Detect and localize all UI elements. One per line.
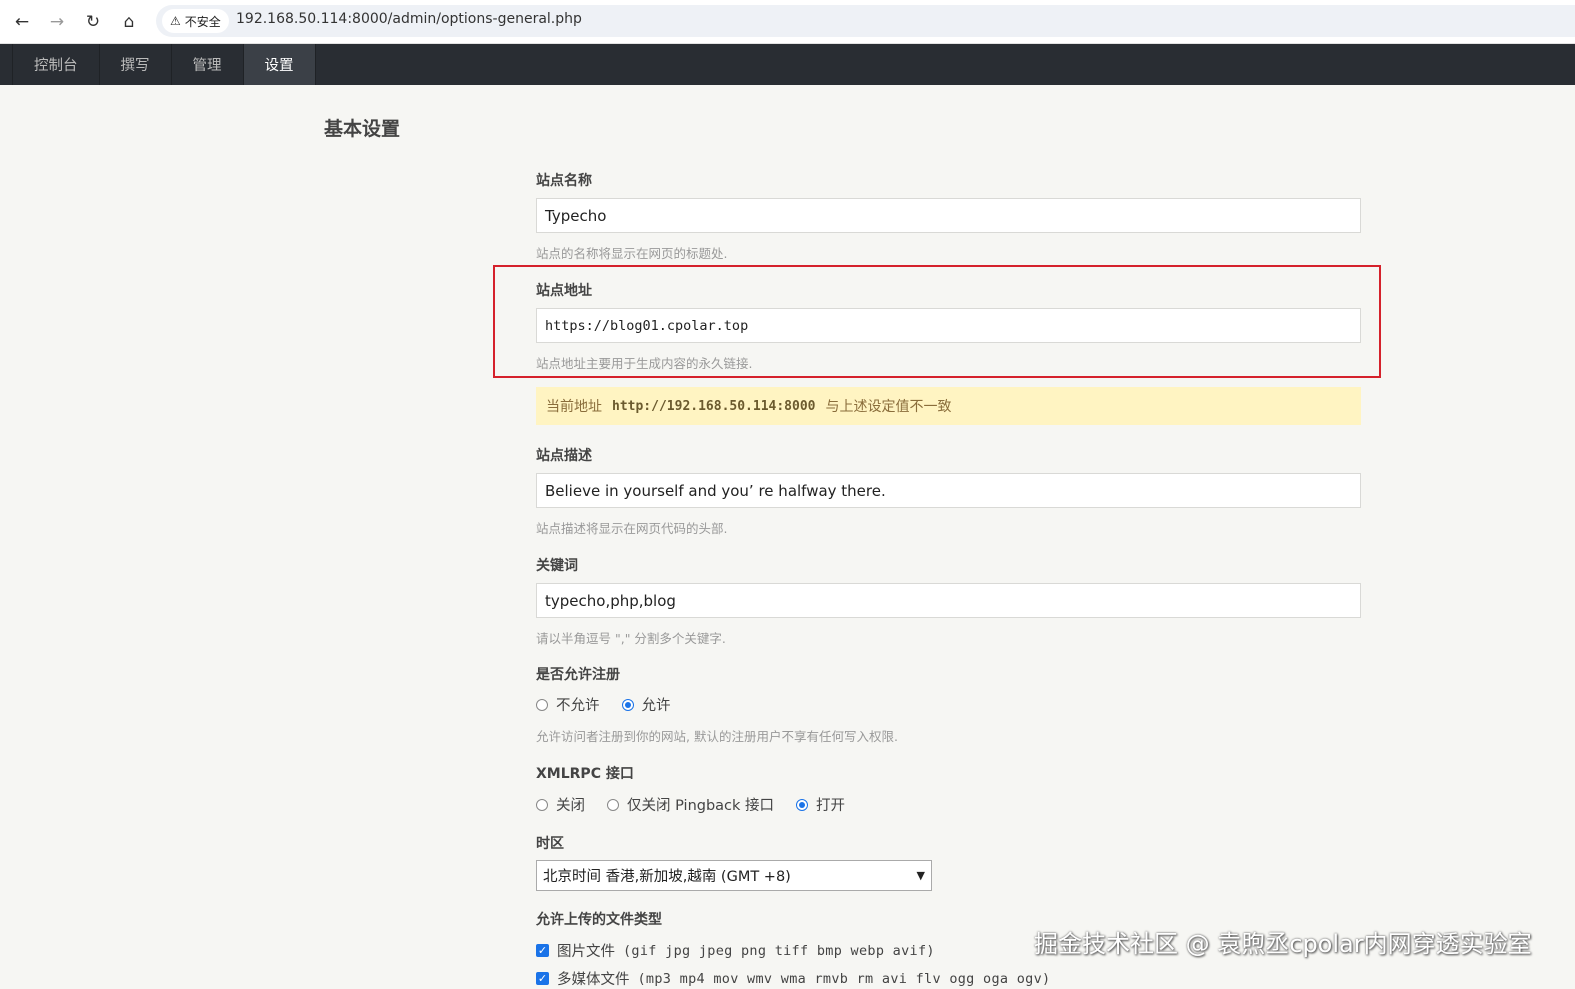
- register-deny-option[interactable]: 不允许: [536, 694, 600, 715]
- browser-toolbar: ← → ↻ ⌂ ⚠ 不安全 192.168.50.114:8000/admin/…: [0, 0, 1575, 44]
- upload-types-label: 允许上传的文件类型: [536, 912, 662, 928]
- media-checkbox[interactable]: ✓: [536, 972, 549, 985]
- warning-icon: ⚠: [170, 14, 181, 28]
- media-type-ext: (mp3 mp4 mov wmv wma rmvb rm avi flv ogg…: [637, 970, 1051, 987]
- upload-type-media[interactable]: ✓ 多媒体文件 (mp3 mp4 mov wmv wma rmvb rm avi…: [536, 968, 1050, 989]
- allow-register-desc: 允许访问者注册到你的网站, 默认的注册用户不享有任何写入权限.: [536, 729, 898, 744]
- site-name-input[interactable]: Typecho: [536, 198, 1361, 233]
- keywords-label: 关键词: [536, 558, 578, 574]
- register-deny-radio[interactable]: [536, 698, 548, 711]
- keywords-input[interactable]: typecho,php,blog: [536, 583, 1361, 618]
- images-checkbox[interactable]: ✓: [536, 944, 549, 957]
- xmlrpc-pingback-off-option[interactable]: 仅关闭 Pingback 接口: [607, 794, 774, 815]
- security-label: 不安全: [184, 14, 221, 29]
- upload-type-images[interactable]: ✓ 图片文件 (gif jpg jpeg png tiff bmp webp a…: [536, 940, 935, 961]
- reload-icon[interactable]: ↻: [81, 10, 105, 34]
- site-desc-input[interactable]: Believe in yourself and you’ re halfway …: [536, 473, 1361, 508]
- xmlrpc-on-label: 打开: [816, 798, 846, 814]
- xmlrpc-off-label: 关闭: [556, 798, 585, 814]
- page-title: 基本设置: [324, 118, 401, 140]
- register-allow-option[interactable]: 允许: [621, 694, 671, 715]
- site-name-label: 站点名称: [536, 173, 592, 189]
- xmlrpc-pingback-off-radio[interactable]: [607, 798, 619, 811]
- register-allow-radio[interactable]: [621, 698, 634, 711]
- site-desc-desc: 站点描述将显示在网页代码的头部.: [536, 521, 728, 536]
- nav-item-dashboard[interactable]: 控制台: [12, 44, 100, 85]
- nav-item-write[interactable]: 撰写: [100, 44, 172, 85]
- xmlrpc-on-radio[interactable]: [796, 798, 809, 811]
- notice-prefix: 当前地址: [546, 399, 602, 415]
- back-arrow-icon[interactable]: ←: [10, 10, 34, 34]
- media-type-name: 多媒体文件: [557, 972, 630, 988]
- register-allow-label: 允许: [641, 698, 671, 714]
- images-type-ext: (gif jpg jpeg png tiff bmp webp avif): [623, 942, 935, 959]
- xmlrpc-off-radio[interactable]: [536, 798, 548, 811]
- register-deny-label: 不允许: [556, 698, 600, 714]
- security-chip[interactable]: ⚠ 不安全: [162, 9, 229, 33]
- admin-nav: 控制台 撰写 管理 设置: [0, 44, 1575, 85]
- xmlrpc-pingback-off-label: 仅关闭 Pingback 接口: [627, 798, 775, 814]
- allow-register-label: 是否允许注册: [536, 667, 620, 683]
- address-mismatch-notice: 当前地址 http://192.168.50.114:8000 与上述设定值不一…: [536, 387, 1361, 425]
- chevron-down-icon: ▼: [916, 869, 925, 882]
- images-type-name: 图片文件: [557, 944, 615, 960]
- allow-register-options: 不允许 允许: [536, 694, 671, 715]
- nav-item-manage[interactable]: 管理: [172, 44, 244, 85]
- nav-item-settings[interactable]: 设置: [243, 44, 316, 85]
- home-icon[interactable]: ⌂: [117, 10, 141, 34]
- site-name-desc: 站点的名称将显示在网页的标题处.: [536, 246, 728, 261]
- site-url-input[interactable]: https://blog01.cpolar.top: [536, 308, 1361, 343]
- site-url-desc: 站点地址主要用于生成内容的永久链接.: [536, 356, 753, 371]
- keywords-desc: 请以半角逗号 "," 分割多个关键字.: [536, 631, 726, 646]
- xmlrpc-label: XMLRPC 接口: [536, 766, 634, 782]
- timezone-value: 北京时间 香港,新加坡,越南 (GMT +8): [543, 869, 791, 885]
- watermark-text: 掘金技术社区 @ 袁煦丞cpolar内网穿透实验室: [1034, 930, 1532, 958]
- xmlrpc-options: 关闭 仅关闭 Pingback 接口 打开: [536, 794, 845, 815]
- xmlrpc-off-option[interactable]: 关闭: [536, 794, 585, 815]
- forward-arrow-icon[interactable]: →: [45, 10, 69, 34]
- site-url-label: 站点地址: [536, 283, 592, 299]
- notice-suffix: 与上述设定值不一致: [825, 399, 952, 415]
- address-bar[interactable]: ⚠ 不安全 192.168.50.114:8000/admin/options-…: [156, 5, 1575, 37]
- xmlrpc-on-option[interactable]: 打开: [796, 794, 845, 815]
- timezone-select[interactable]: 北京时间 香港,新加坡,越南 (GMT +8) ▼: [536, 860, 932, 891]
- url-text[interactable]: 192.168.50.114:8000/admin/options-genera…: [236, 11, 582, 27]
- site-desc-label: 站点描述: [536, 448, 592, 464]
- timezone-label: 时区: [536, 836, 564, 852]
- notice-current-url: http://192.168.50.114:8000: [612, 398, 816, 414]
